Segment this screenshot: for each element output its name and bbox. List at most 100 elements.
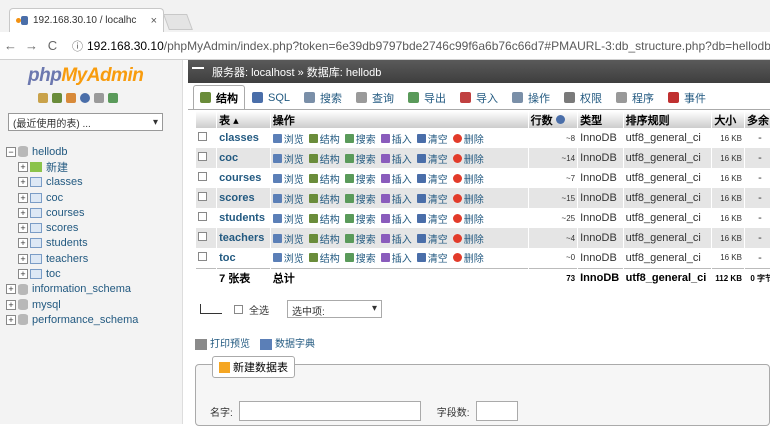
tree-item-performance_schema[interactable]: + performance_schema xyxy=(6,312,182,327)
tab-6[interactable]: 操作 xyxy=(505,85,557,109)
tree-item-toc[interactable]: + toc xyxy=(6,266,182,281)
table-name-link[interactable]: toc xyxy=(216,248,271,268)
action-4[interactable]: 清空 xyxy=(416,231,448,246)
recent-tables-select[interactable]: (最近使用的表) ... ▾ xyxy=(8,113,163,131)
col-header-table[interactable]: 表 ▴ xyxy=(216,111,271,128)
action-5[interactable]: 删除 xyxy=(452,211,484,226)
table-size[interactable]: 16 KB xyxy=(711,128,745,148)
docs-icon[interactable] xyxy=(94,93,104,103)
row-checkbox[interactable] xyxy=(198,212,207,221)
expand-icon[interactable]: + xyxy=(18,253,28,264)
expand-icon[interactable]: + xyxy=(18,161,28,172)
action-5[interactable]: 删除 xyxy=(452,250,484,265)
tab-3[interactable]: 查询 xyxy=(349,85,401,109)
expand-icon[interactable]: + xyxy=(18,192,28,203)
logout-icon[interactable] xyxy=(66,93,76,103)
action-4[interactable]: 清空 xyxy=(416,191,448,206)
new-tab-button[interactable] xyxy=(163,14,193,30)
expand-icon[interactable]: + xyxy=(18,223,28,234)
col-header-overhead[interactable]: 多余 xyxy=(744,111,770,128)
action-5[interactable]: 删除 xyxy=(452,151,484,166)
action-2[interactable]: 搜索 xyxy=(344,211,376,226)
action-2[interactable]: 搜索 xyxy=(344,250,376,265)
with-selected-select[interactable]: 选中项: ▾ xyxy=(287,300,382,318)
action-1[interactable]: 结构 xyxy=(308,131,340,146)
tree-label[interactable]: toc xyxy=(46,268,61,280)
action-0[interactable]: 浏览 xyxy=(272,131,304,146)
table-size[interactable]: 16 KB xyxy=(711,188,745,208)
collapse-icon[interactable] xyxy=(192,67,204,69)
table-name-link[interactable]: scores xyxy=(216,188,271,208)
table-size[interactable]: 16 KB xyxy=(711,228,745,248)
action-5[interactable]: 删除 xyxy=(452,191,484,206)
action-2[interactable]: 搜索 xyxy=(344,151,376,166)
action-5[interactable]: 删除 xyxy=(452,171,484,186)
tree-label[interactable]: scores xyxy=(46,222,78,234)
action-0[interactable]: 浏览 xyxy=(272,151,304,166)
tree-label[interactable]: performance_schema xyxy=(32,314,138,326)
tree-label[interactable]: information_schema xyxy=(32,283,131,295)
action-3[interactable]: 插入 xyxy=(380,211,412,226)
row-checkbox[interactable] xyxy=(198,251,207,261)
tree-label[interactable]: 新建 xyxy=(46,159,68,175)
tab-1[interactable]: SQL xyxy=(245,85,297,109)
action-4[interactable]: 清空 xyxy=(416,171,448,186)
tree-item-scores[interactable]: + scores xyxy=(6,220,182,235)
row-checkbox[interactable] xyxy=(198,192,207,201)
action-1[interactable]: 结构 xyxy=(308,151,340,166)
help-icon[interactable] xyxy=(80,93,90,103)
action-2[interactable]: 搜索 xyxy=(344,131,376,146)
forward-icon[interactable]: → xyxy=(21,38,42,53)
tree-item-hellodb[interactable]: − hellodb xyxy=(6,144,182,159)
tree-item-students[interactable]: + students xyxy=(6,236,182,251)
close-tab-icon[interactable]: × xyxy=(151,15,157,27)
tree-label[interactable]: students xyxy=(46,237,88,249)
action-1[interactable]: 结构 xyxy=(308,171,340,186)
action-1[interactable]: 结构 xyxy=(308,250,340,265)
action-0[interactable]: 浏览 xyxy=(272,171,304,186)
col-header-collation[interactable]: 排序规则 xyxy=(623,111,713,128)
row-checkbox[interactable] xyxy=(198,132,207,141)
back-icon[interactable]: ← xyxy=(0,38,21,53)
expand-icon[interactable]: + xyxy=(6,314,16,325)
expand-icon[interactable]: + xyxy=(6,299,16,310)
action-3[interactable]: 插入 xyxy=(380,231,412,246)
tree-label[interactable]: classes xyxy=(46,176,83,188)
action-4[interactable]: 清空 xyxy=(416,211,448,226)
tab-9[interactable]: 事件 xyxy=(661,85,713,109)
col-header-rows[interactable]: 行数 xyxy=(528,111,579,128)
tree-item-[interactable]: + 新建 xyxy=(6,159,182,174)
action-4[interactable]: 清空 xyxy=(416,131,448,146)
tab-8[interactable]: 程序 xyxy=(609,85,661,109)
action-1[interactable]: 结构 xyxy=(308,191,340,206)
action-2[interactable]: 搜索 xyxy=(344,171,376,186)
reload-icon[interactable]: C xyxy=(42,38,63,53)
tree-label[interactable]: courses xyxy=(46,207,85,219)
pma-logo[interactable]: phpMyAdmin xyxy=(28,65,144,87)
tree-item-classes[interactable]: + classes xyxy=(6,175,182,190)
action-3[interactable]: 插入 xyxy=(380,171,412,186)
col-header-size[interactable]: 大小 xyxy=(711,111,745,128)
action-2[interactable]: 搜索 xyxy=(344,231,376,246)
tree-label[interactable]: teachers xyxy=(46,253,88,265)
tree-item-courses[interactable]: + courses xyxy=(6,205,182,220)
col-header-type[interactable]: 类型 xyxy=(577,111,624,128)
action-3[interactable]: 插入 xyxy=(380,131,412,146)
action-1[interactable]: 结构 xyxy=(308,231,340,246)
tree-item-teachers[interactable]: + teachers xyxy=(6,251,182,266)
select-all-checkbox[interactable] xyxy=(234,304,243,314)
action-5[interactable]: 删除 xyxy=(452,131,484,146)
field-count-input[interactable] xyxy=(475,401,518,421)
action-0[interactable]: 浏览 xyxy=(272,191,304,206)
table-name-link[interactable]: coc xyxy=(216,148,271,168)
print-view-link[interactable]: 打印预览 xyxy=(195,335,250,350)
action-4[interactable]: 清空 xyxy=(416,250,448,265)
tree-label[interactable]: coc xyxy=(46,192,63,204)
expand-icon[interactable]: − xyxy=(6,146,16,157)
action-3[interactable]: 插入 xyxy=(380,250,412,265)
row-checkbox[interactable] xyxy=(198,172,207,181)
action-3[interactable]: 插入 xyxy=(380,191,412,206)
tree-label[interactable]: mysql xyxy=(32,299,61,311)
sql-icon[interactable] xyxy=(52,93,62,103)
tree-item-information_schema[interactable]: + information_schema xyxy=(6,282,182,297)
